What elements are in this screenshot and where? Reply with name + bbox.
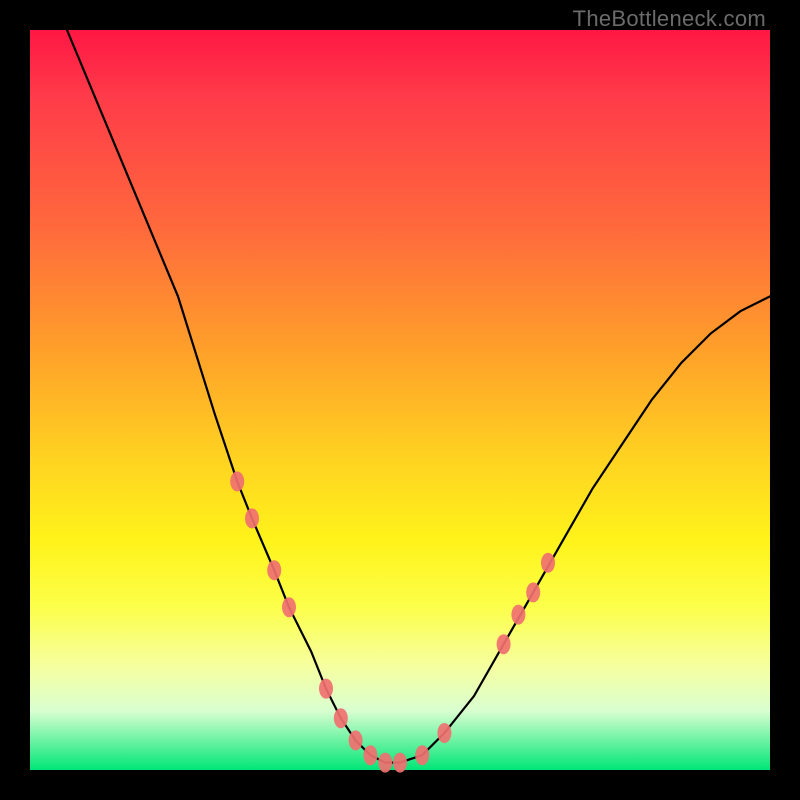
curve-marker — [349, 730, 363, 750]
curve-marker — [282, 597, 296, 617]
curve-marker — [541, 553, 555, 573]
curve-svg — [30, 30, 770, 770]
curve-marker — [415, 745, 429, 765]
chart-frame: TheBottleneck.com — [0, 0, 800, 800]
curve-markers — [230, 471, 555, 772]
curve-marker — [334, 708, 348, 728]
curve-marker — [378, 753, 392, 773]
curve-marker — [393, 753, 407, 773]
curve-marker — [511, 605, 525, 625]
curve-marker — [497, 634, 511, 654]
curve-marker — [230, 471, 244, 491]
curve-marker — [437, 723, 451, 743]
curve-marker — [267, 560, 281, 580]
plot-area — [30, 30, 770, 770]
curve-marker — [526, 582, 540, 602]
bottleneck-curve — [67, 30, 770, 763]
curve-marker — [319, 679, 333, 699]
watermark: TheBottleneck.com — [573, 6, 766, 32]
curve-marker — [363, 745, 377, 765]
curve-marker — [245, 508, 259, 528]
